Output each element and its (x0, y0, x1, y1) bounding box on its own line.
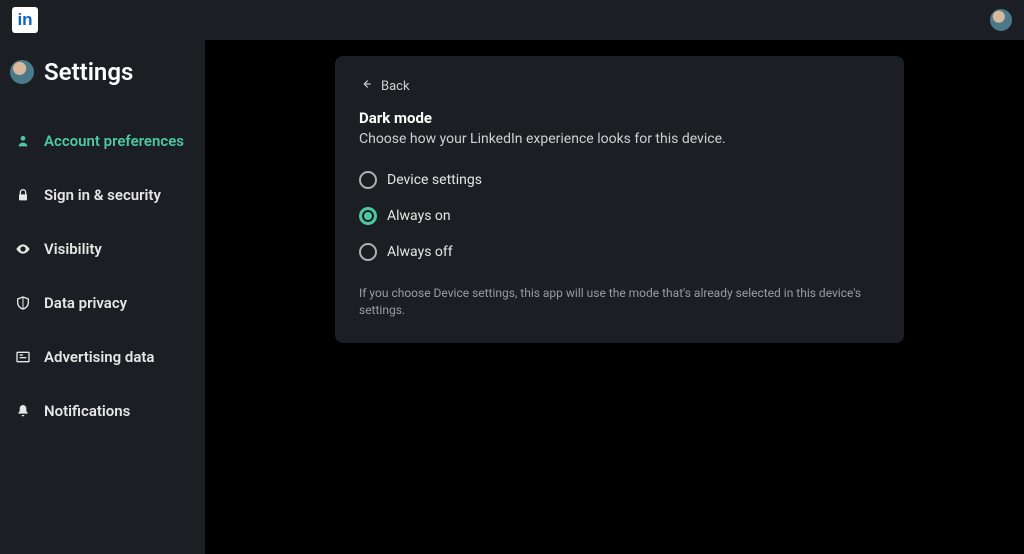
panel-title: Dark mode (359, 109, 880, 127)
radio-indicator (359, 171, 377, 189)
radio-indicator (359, 243, 377, 261)
person-icon (14, 132, 32, 150)
sidebar-item-account-preferences[interactable]: Account preferences (10, 114, 195, 168)
dark-mode-radio-group: Device settings Always on Always off (359, 171, 880, 261)
sidebar-item-label: Notifications (44, 402, 130, 420)
panel-note: If you choose Device settings, this app … (359, 285, 880, 319)
radio-indicator (359, 207, 377, 225)
sidebar-item-label: Visibility (44, 240, 102, 258)
radio-label: Always off (387, 244, 453, 260)
settings-header: Settings (10, 58, 195, 86)
eye-icon (14, 240, 32, 258)
sidebar-item-advertising-data[interactable]: Advertising data (10, 330, 195, 384)
radio-dot (364, 212, 372, 220)
sidebar-item-label: Advertising data (44, 348, 155, 366)
radio-option-always-on[interactable]: Always on (359, 207, 880, 225)
shield-icon (14, 294, 32, 312)
sidebar-item-visibility[interactable]: Visibility (10, 222, 195, 276)
sidebar-item-notifications[interactable]: Notifications (10, 384, 195, 438)
bell-icon (14, 402, 32, 420)
linkedin-logo[interactable]: in (12, 7, 38, 33)
panel-subtitle: Choose how your LinkedIn experience look… (359, 131, 880, 147)
page-title: Settings (44, 58, 133, 86)
sidebar-item-label: Account preferences (44, 132, 184, 150)
radio-label: Always on (387, 208, 451, 224)
radio-option-device-settings[interactable]: Device settings (359, 171, 880, 189)
back-button[interactable]: Back (359, 77, 410, 95)
main-container: Settings Account preferences Sign in & s… (0, 40, 1024, 554)
main-content: Back Dark mode Choose how your LinkedIn … (205, 40, 1024, 554)
lock-icon (14, 186, 32, 204)
arrow-left-icon (359, 77, 373, 95)
profile-avatar (10, 60, 34, 84)
back-label: Back (381, 79, 410, 94)
radio-option-always-off[interactable]: Always off (359, 243, 880, 261)
sidebar: Settings Account preferences Sign in & s… (0, 40, 205, 554)
radio-label: Device settings (387, 172, 482, 188)
top-bar: in (0, 0, 1024, 40)
settings-panel: Back Dark mode Choose how your LinkedIn … (335, 56, 904, 343)
newspaper-icon (14, 348, 32, 366)
sidebar-item-sign-in-security[interactable]: Sign in & security (10, 168, 195, 222)
profile-avatar-button[interactable] (990, 9, 1012, 31)
sidebar-item-data-privacy[interactable]: Data privacy (10, 276, 195, 330)
sidebar-item-label: Sign in & security (44, 186, 161, 204)
sidebar-item-label: Data privacy (44, 294, 127, 312)
